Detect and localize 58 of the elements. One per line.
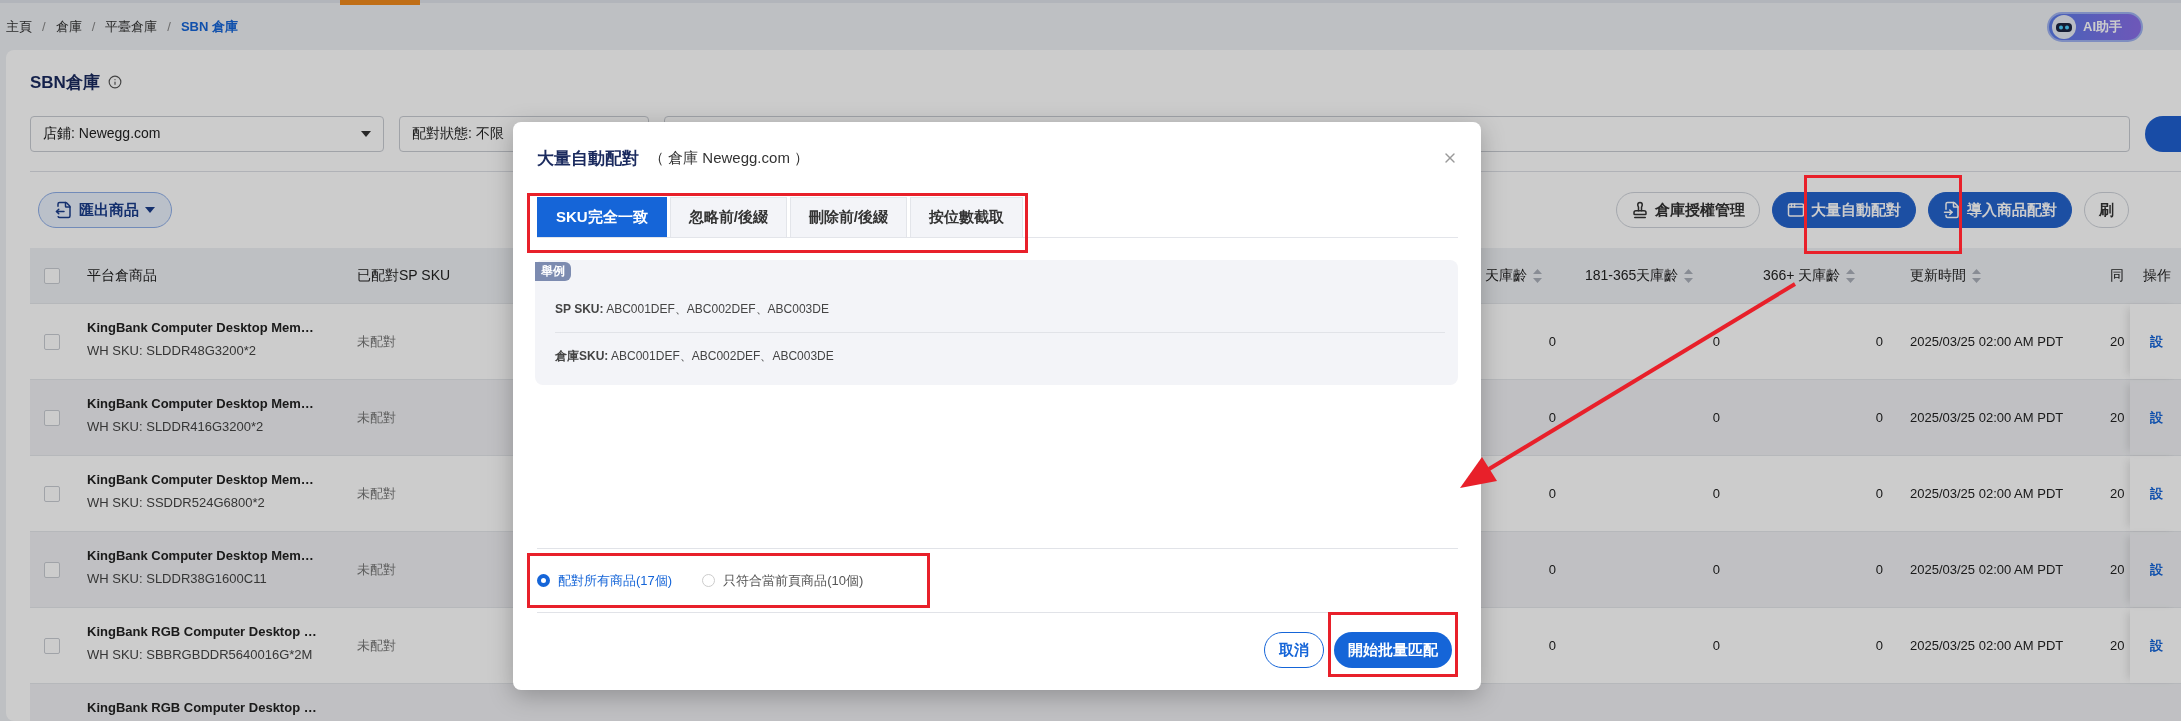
- column-header: 天庫齡: [1485, 266, 1527, 285]
- table-cell: 0: [1712, 334, 1720, 349]
- table-cell: 0: [1875, 334, 1883, 349]
- table-cell: 0: [1875, 562, 1883, 577]
- match-status: 未配對: [357, 560, 396, 579]
- dialog-subtitle: （ 倉庫 Newegg.com ）: [649, 148, 810, 168]
- example-text: 倉庫SKU: ABC001DEF、ABC002DEF、ABC003DE: [555, 347, 834, 365]
- table-cell: 0: [1712, 486, 1720, 501]
- table-cell: 20: [2110, 334, 2125, 349]
- table-cell: 0: [1712, 410, 1720, 425]
- example-tag: 舉例: [535, 262, 571, 281]
- column-header: 已配對SP SKU: [357, 266, 451, 285]
- breadcrumb-separator: /: [91, 19, 96, 34]
- table-cell: 0: [1548, 334, 1556, 349]
- warehouse-sku: WH SKU: SSDDR524G6800*2: [87, 495, 265, 510]
- table-cell: 0: [1712, 562, 1720, 577]
- column-header: 操作: [2143, 266, 2171, 285]
- table-cell: 20: [2110, 562, 2125, 577]
- table-cell: 0: [1548, 410, 1556, 425]
- table-cell: 2025/03/25 02:00 AM PDT: [1910, 334, 2064, 349]
- column-header: 更新時間: [1910, 266, 1966, 285]
- example-text: SP SKU: ABC001DEF、ABC002DEF、ABC003DE: [555, 301, 829, 318]
- match-status: 未配對: [357, 408, 396, 427]
- table-cell: 0: [1712, 638, 1720, 653]
- column-header: 平台倉商品: [87, 266, 157, 285]
- column-header: 181-365天庫齡: [1585, 266, 1679, 285]
- table-cell: 0: [1548, 638, 1556, 653]
- warehouse-sku: WH SKU: SBBRGBDDR5640016G*2M: [87, 647, 313, 662]
- table-cell: 0: [1548, 562, 1556, 577]
- product-name: KingBank RGB Computer Desktop …: [87, 624, 317, 639]
- table-cell: 0: [1875, 410, 1883, 425]
- product-name: KingBank Computer Desktop Mem…: [87, 396, 314, 411]
- table-cell: 0: [1875, 486, 1883, 501]
- table-cell: 2025/03/25 02:00 AM PDT: [1910, 638, 2064, 653]
- match-status: 未配對: [357, 636, 396, 655]
- warehouse-sku: WH SKU: SLDDR48G3200*2: [87, 343, 257, 358]
- table-cell: 20: [2110, 410, 2125, 425]
- product-name: KingBank RGB Computer Desktop …: [87, 700, 317, 715]
- table-cell: 0: [1875, 638, 1883, 653]
- column-header: 同: [2110, 266, 2124, 285]
- breadcrumb-separator: /: [42, 19, 46, 34]
- warehouse-sku: WH SKU: SLDDR38G1600C11: [87, 571, 267, 586]
- table-cell: 20: [2110, 638, 2125, 653]
- match-status: 未配對: [357, 332, 396, 351]
- product-name: KingBank Computer Desktop Mem…: [87, 320, 314, 335]
- warehouse-sku: WH SKU: SLDDR416G3200*2: [87, 419, 264, 434]
- table-cell: 0: [1548, 486, 1556, 501]
- breadcrumb-separator: /: [167, 19, 171, 34]
- product-name: KingBank Computer Desktop Mem…: [87, 548, 314, 563]
- table-cell: 2025/03/25 02:00 AM PDT: [1910, 562, 2064, 577]
- table-cell: 2025/03/25 02:00 AM PDT: [1910, 486, 2064, 501]
- match-status: 未配對: [357, 484, 396, 503]
- dialog-title: 大量自動配對: [537, 147, 639, 170]
- table-cell: 20: [2110, 486, 2125, 501]
- column-header: 366+ 天庫齡: [1763, 266, 1841, 285]
- table-cell: 2025/03/25 02:00 AM PDT: [1910, 410, 2064, 425]
- product-name: KingBank Computer Desktop Mem…: [87, 472, 314, 487]
- page-title: SBN倉庫: [30, 71, 100, 94]
